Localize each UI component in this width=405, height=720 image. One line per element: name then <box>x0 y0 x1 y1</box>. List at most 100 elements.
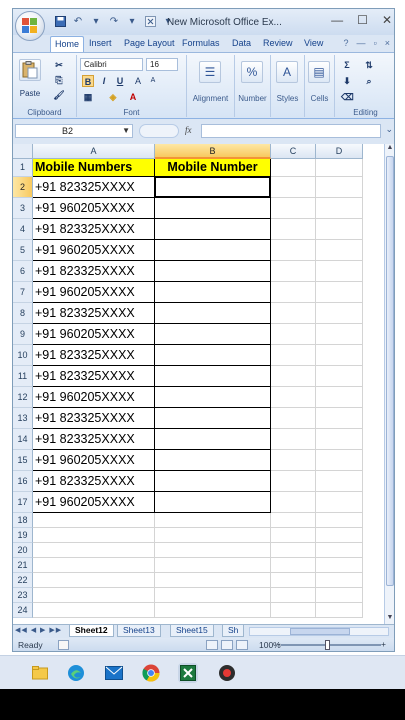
cell-a9[interactable]: +91 960205XXXX <box>33 324 155 345</box>
dropdown-small-icon[interactable]: ▾ <box>89 14 103 28</box>
cell-d17[interactable] <box>316 492 363 513</box>
row-header[interactable]: 5 <box>13 240 33 261</box>
row-header[interactable]: 18 <box>13 513 33 528</box>
cell-a20[interactable] <box>33 543 155 558</box>
cell-a22[interactable] <box>33 573 155 588</box>
row-header[interactable]: 23 <box>13 588 33 603</box>
cell-c14[interactable] <box>271 429 316 450</box>
cell-c19[interactable] <box>271 528 316 543</box>
font-color-icon[interactable]: A <box>127 91 139 103</box>
cell-d23[interactable] <box>316 588 363 603</box>
page-break-view-icon[interactable] <box>236 640 248 650</box>
chevron-down-icon[interactable]: ▼ <box>122 125 130 137</box>
italic-button[interactable]: I <box>98 75 110 87</box>
cell-b3[interactable] <box>155 198 271 219</box>
cell-c17[interactable] <box>271 492 316 513</box>
cell-a8[interactable]: +91 823325XXXX <box>33 303 155 324</box>
cell-b21[interactable] <box>155 558 271 573</box>
cell-d5[interactable] <box>316 240 363 261</box>
column-header-b[interactable]: B <box>155 144 271 159</box>
excel-icon[interactable] <box>178 663 198 683</box>
cell-b2[interactable] <box>155 177 271 198</box>
redo-icon[interactable]: ↷ <box>107 14 121 28</box>
help-icon[interactable]: ? <box>344 38 349 48</box>
cell-d14[interactable] <box>316 429 363 450</box>
cell-a17[interactable]: +91 960205XXXX <box>33 492 155 513</box>
clear-icon[interactable]: ⌫ <box>341 91 354 103</box>
paste-button[interactable]: Paste <box>19 59 41 98</box>
cell-c7[interactable] <box>271 282 316 303</box>
save-icon[interactable] <box>53 14 67 28</box>
cell-d15[interactable] <box>316 450 363 471</box>
expand-formula-bar-icon[interactable]: ⌄ <box>385 124 393 135</box>
row-header[interactable]: 14 <box>13 429 33 450</box>
cell-d11[interactable] <box>316 366 363 387</box>
cell-d21[interactable] <box>316 558 363 573</box>
copy-icon[interactable]: ⎘ <box>53 74 65 86</box>
cell-d13[interactable] <box>316 408 363 429</box>
cell-a2[interactable]: +91 823325XXXX <box>33 177 155 198</box>
select-all-corner[interactable] <box>13 144 33 159</box>
cell-c6[interactable] <box>271 261 316 282</box>
cell-d19[interactable] <box>316 528 363 543</box>
autosum-icon[interactable]: Σ <box>341 59 353 71</box>
cell-a10[interactable]: +91 823325XXXX <box>33 345 155 366</box>
cell-a3[interactable]: +91 960205XXXX <box>33 198 155 219</box>
vertical-scrollbar[interactable]: ▲ ▼ <box>384 144 394 624</box>
cell-c15[interactable] <box>271 450 316 471</box>
cell-a15[interactable]: +91 960205XXXX <box>33 450 155 471</box>
cell-a1[interactable]: Mobile Numbers <box>33 159 155 177</box>
row-header[interactable]: 21 <box>13 558 33 573</box>
row-header[interactable]: 19 <box>13 528 33 543</box>
edge-icon[interactable] <box>66 663 86 683</box>
vertical-scroll-thumb[interactable] <box>386 156 394 586</box>
minimize-icon[interactable]: — <box>331 13 343 27</box>
row-header[interactable]: 12 <box>13 387 33 408</box>
cell-b6[interactable] <box>155 261 271 282</box>
borders-icon[interactable]: ▦ <box>82 91 94 103</box>
formula-input[interactable] <box>201 124 381 138</box>
cell-d3[interactable] <box>316 198 363 219</box>
grow-font-icon[interactable]: A <box>132 75 144 87</box>
cell-b9[interactable] <box>155 324 271 345</box>
undo-icon[interactable]: ↶ <box>71 14 85 28</box>
tab-page-layout[interactable]: Page Layout <box>124 38 175 48</box>
office-button[interactable] <box>15 11 45 41</box>
cell-a21[interactable] <box>33 558 155 573</box>
cell-a13[interactable]: +91 823325XXXX <box>33 408 155 429</box>
customize-icon[interactable] <box>143 14 157 28</box>
cell-c18[interactable] <box>271 513 316 528</box>
cell-a23[interactable] <box>33 588 155 603</box>
cell-b14[interactable] <box>155 429 271 450</box>
tab-review[interactable]: Review <box>263 38 293 48</box>
ribbon-minimize-icon[interactable]: — <box>357 38 366 48</box>
cell-d18[interactable] <box>316 513 363 528</box>
maximize-icon[interactable]: ☐ <box>357 13 368 27</box>
tab-data[interactable]: Data <box>232 38 251 48</box>
cell-d20[interactable] <box>316 543 363 558</box>
zoom-in-icon[interactable]: + <box>381 639 386 649</box>
close-icon[interactable]: ✕ <box>382 13 392 27</box>
insert-function-button[interactable]: fx <box>185 125 192 135</box>
cell-c4[interactable] <box>271 219 316 240</box>
fill-icon[interactable]: ⬇ <box>341 75 353 87</box>
cell-d2[interactable] <box>316 177 363 198</box>
row-header[interactable]: 8 <box>13 303 33 324</box>
cell-a4[interactable]: +91 823325XXXX <box>33 219 155 240</box>
underline-button[interactable]: U <box>114 75 126 87</box>
cell-c24[interactable] <box>271 603 316 618</box>
cell-a12[interactable]: +91 960205XXXX <box>33 387 155 408</box>
macro-record-icon[interactable] <box>58 640 69 650</box>
sheet-tab-partial[interactable]: Sh <box>222 625 245 637</box>
tab-formulas[interactable]: Formulas <box>182 38 220 48</box>
file-explorer-icon[interactable] <box>30 663 50 683</box>
find-select-icon[interactable]: ⌕ <box>363 75 375 87</box>
mail-icon[interactable] <box>104 663 124 683</box>
font-size-select[interactable]: 16 <box>146 58 178 71</box>
row-header[interactable]: 24 <box>13 603 33 618</box>
cell-c21[interactable] <box>271 558 316 573</box>
cell-b11[interactable] <box>155 366 271 387</box>
cell-d24[interactable] <box>316 603 363 618</box>
sheet-tab-sheet13[interactable]: Sheet13 <box>117 625 161 637</box>
zoom-slider[interactable] <box>281 644 381 646</box>
